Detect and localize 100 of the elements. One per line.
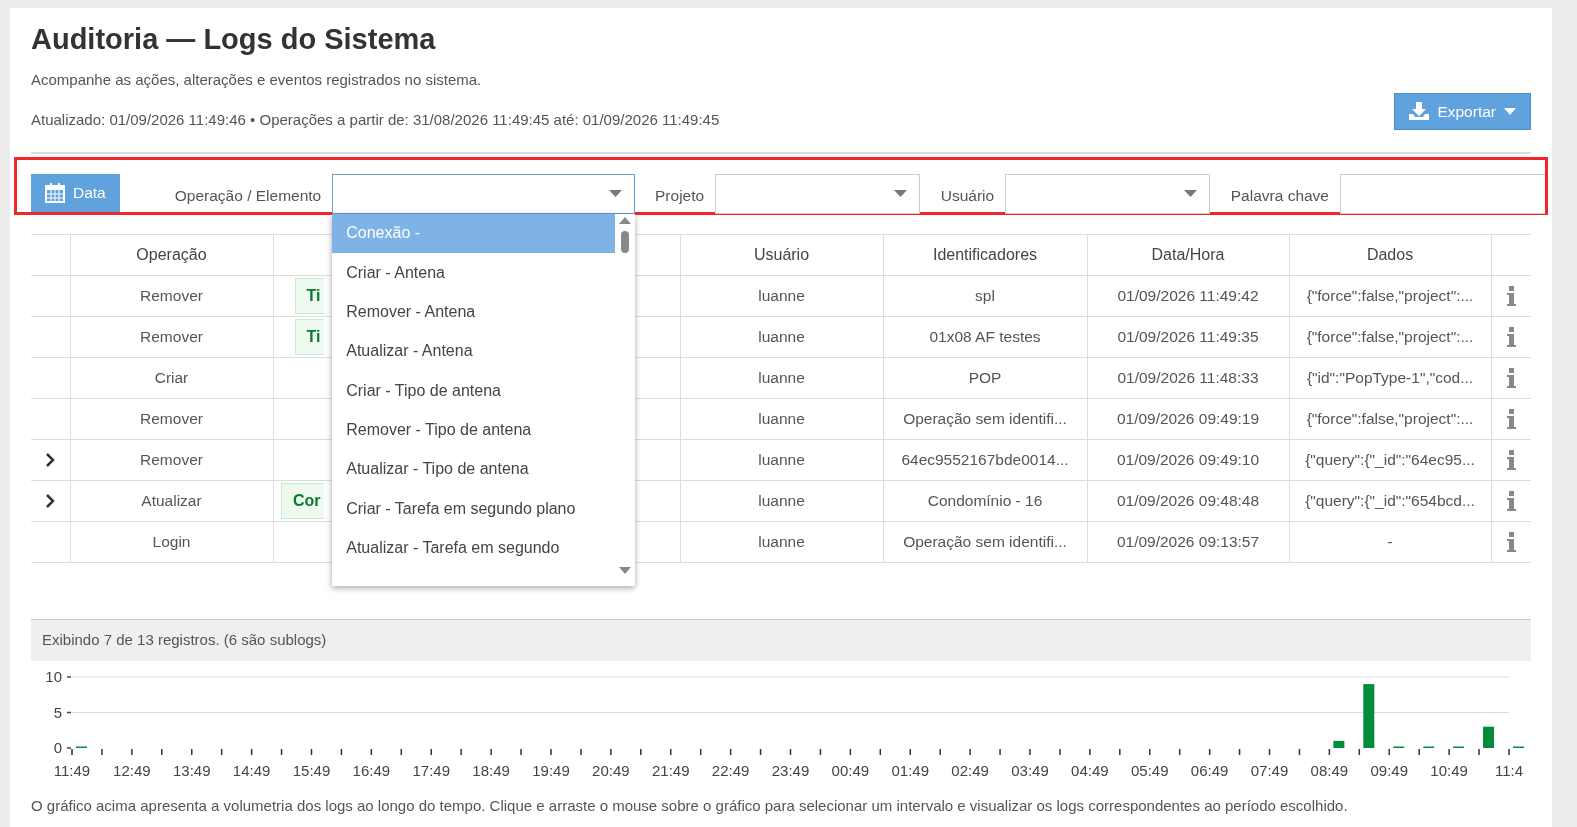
axis-label: 10 — [45, 667, 62, 685]
table-cell: 01/09/2026 11:48:33 — [1117, 369, 1259, 387]
table-cell: Remover — [140, 451, 203, 469]
table-cell: luanne — [758, 451, 805, 469]
dropdown-option[interactable]: Criar - Tipo de antena — [332, 371, 616, 411]
info-icon[interactable] — [1506, 326, 1516, 347]
table-cell: spl — [975, 287, 995, 305]
tick-mark — [66, 711, 72, 714]
calendar-icon — [45, 182, 65, 203]
table-cell: luanne — [758, 328, 805, 346]
axis-label: 20:49 — [592, 761, 630, 779]
table-cell: - — [1387, 533, 1393, 551]
summary-text: Exibindo 7 de 13 registros. (6 são sublogs) — [42, 630, 327, 651]
axis-label: 5 — [53, 703, 62, 721]
column-header: Operação — [136, 245, 207, 263]
dropdown-option[interactable]: Atualizar - Tarefa em segundo — [332, 528, 616, 568]
table-cell: luanne — [758, 410, 805, 428]
table-cell: {"force":false,"project":... — [1306, 328, 1474, 346]
page-subtitle: Acompanhe as ações, alterações e eventos registrados no sistema. — [31, 69, 483, 90]
axis-label: 00:49 — [831, 761, 870, 779]
table-cell: Login — [152, 533, 191, 551]
table-cell: luanne — [758, 492, 805, 510]
caret-icon — [609, 190, 623, 198]
info-icon[interactable] — [1506, 367, 1516, 388]
tag-label: Cor — [280, 482, 324, 519]
dropdown-option[interactable]: Criar - Antena — [332, 253, 616, 293]
axis-label: 11:4 — [1494, 761, 1524, 779]
chart-bar — [1483, 726, 1495, 748]
axis-label: 21:49 — [652, 761, 690, 779]
info-icon[interactable] — [1506, 449, 1516, 470]
table-cell: luanne — [758, 287, 805, 305]
axis-label: 06:49 — [1190, 761, 1229, 779]
dropdown-option[interactable]: Criar - Tarefa em segundo plano — [332, 488, 616, 529]
page-title: Auditoria — Logs do Sistema — [31, 22, 437, 57]
axis-label: 08:49 — [1310, 761, 1349, 779]
table-cell: Criar — [154, 369, 189, 387]
select-field[interactable] — [1005, 173, 1210, 214]
axis-label: 01:49 — [891, 761, 929, 779]
table-cell: 01/09/2026 09:49:10 — [1116, 451, 1260, 469]
keyword-field[interactable] — [1340, 173, 1545, 214]
table-cell: Atualizar — [141, 492, 202, 510]
tick-mark — [66, 676, 72, 678]
axis-label: 07:49 — [1250, 761, 1289, 779]
update-info: Atualizado: 01/09/2026 11:49:46 • Operações a partir de: 31/08/2026 11:49:45 até: 01/09/2026 11:49:45 — [31, 110, 720, 131]
chevron-icon — [45, 493, 55, 508]
axis-label: 09:49 — [1370, 761, 1408, 779]
table-cell: 64ec9552167bde0014... — [901, 451, 1069, 469]
table-cell: {"force":false,"project":... — [1306, 287, 1474, 305]
info-icon[interactable] — [1506, 285, 1516, 306]
axis-label: 17:49 — [412, 761, 450, 779]
chart-bar — [1333, 740, 1345, 748]
table-cell: Remover — [140, 410, 203, 428]
chevron-icon — [45, 452, 55, 467]
tag-label: Ti — [294, 277, 324, 314]
table-cell: 01/09/2026 11:49:35 — [1117, 328, 1259, 346]
column-header: Dados — [1366, 245, 1414, 263]
axis-label: 13:49 — [173, 761, 211, 779]
filter-label: Operação / Elemento — [174, 185, 322, 206]
column-header: Usuário — [753, 245, 810, 263]
tag-label: Ti — [294, 318, 324, 355]
dropdown-option[interactable]: Atualizar - Tipo de antena — [332, 449, 616, 489]
chart-caption: O gráfico acima apresenta a volumetria dos logs ao longo do tempo. Clique e arraste o mouse sobre o gráfico para selecionar um intervalo e visualizar os logs correspondentes ao período escolhido. — [31, 795, 1349, 816]
table-cell: {"query":{"_id":"64ec95... — [1305, 451, 1475, 469]
chart-bar — [1363, 683, 1375, 748]
info-icon[interactable] — [1506, 531, 1516, 552]
table-cell: Operação sem identifi... — [903, 410, 1067, 428]
axis-label: 16:49 — [352, 761, 391, 779]
table-cell: {"force":false,"project":... — [1306, 410, 1474, 428]
table-cell: 01/09/2026 11:49:42 — [1117, 287, 1259, 305]
table-cell: luanne — [758, 533, 805, 551]
download-icon — [1409, 102, 1430, 121]
axis-label: 19:49 — [532, 761, 570, 779]
filter-label: Usuário — [940, 185, 995, 206]
table-cell: 01x08 AF testes — [929, 328, 1041, 346]
table-cell: {"query":{"_id":"654bcd... — [1305, 492, 1475, 510]
caret-icon — [1504, 107, 1516, 115]
filter-label: Palavra chave — [1230, 185, 1329, 206]
select-field[interactable] — [715, 173, 920, 214]
axis-label: 23:49 — [771, 761, 810, 779]
table-cell: Remover — [140, 328, 203, 346]
info-icon[interactable] — [1506, 408, 1516, 429]
filter-label: Projeto — [655, 185, 705, 206]
axis-label: 05:49 — [1131, 761, 1169, 779]
axis-label: 22:49 — [711, 761, 750, 779]
axis-label: 03:49 — [1011, 761, 1049, 779]
dropdown-option[interactable]: Remover - Antena — [332, 292, 616, 332]
table-cell: Operação sem identifi... — [903, 533, 1067, 551]
axis-label: 02:49 — [951, 761, 989, 779]
axis-label: 11:49 — [53, 761, 91, 779]
table-cell: POP — [968, 369, 1002, 387]
info-icon[interactable] — [1506, 490, 1516, 511]
table-cell: Condomínio - 16 — [927, 492, 1043, 510]
table-cell: Remover — [140, 287, 203, 305]
table-cell: luanne — [758, 369, 805, 387]
table-cell: 01/09/2026 09:49:19 — [1116, 410, 1260, 428]
axis-label: 0 — [53, 738, 62, 756]
axis-label: 14:49 — [232, 761, 271, 779]
axis-label: 18:49 — [472, 761, 510, 779]
dropdown-option[interactable]: Atualizar - Antena — [332, 331, 616, 371]
dropdown-option[interactable]: Remover - Tipo de antena — [332, 410, 616, 450]
